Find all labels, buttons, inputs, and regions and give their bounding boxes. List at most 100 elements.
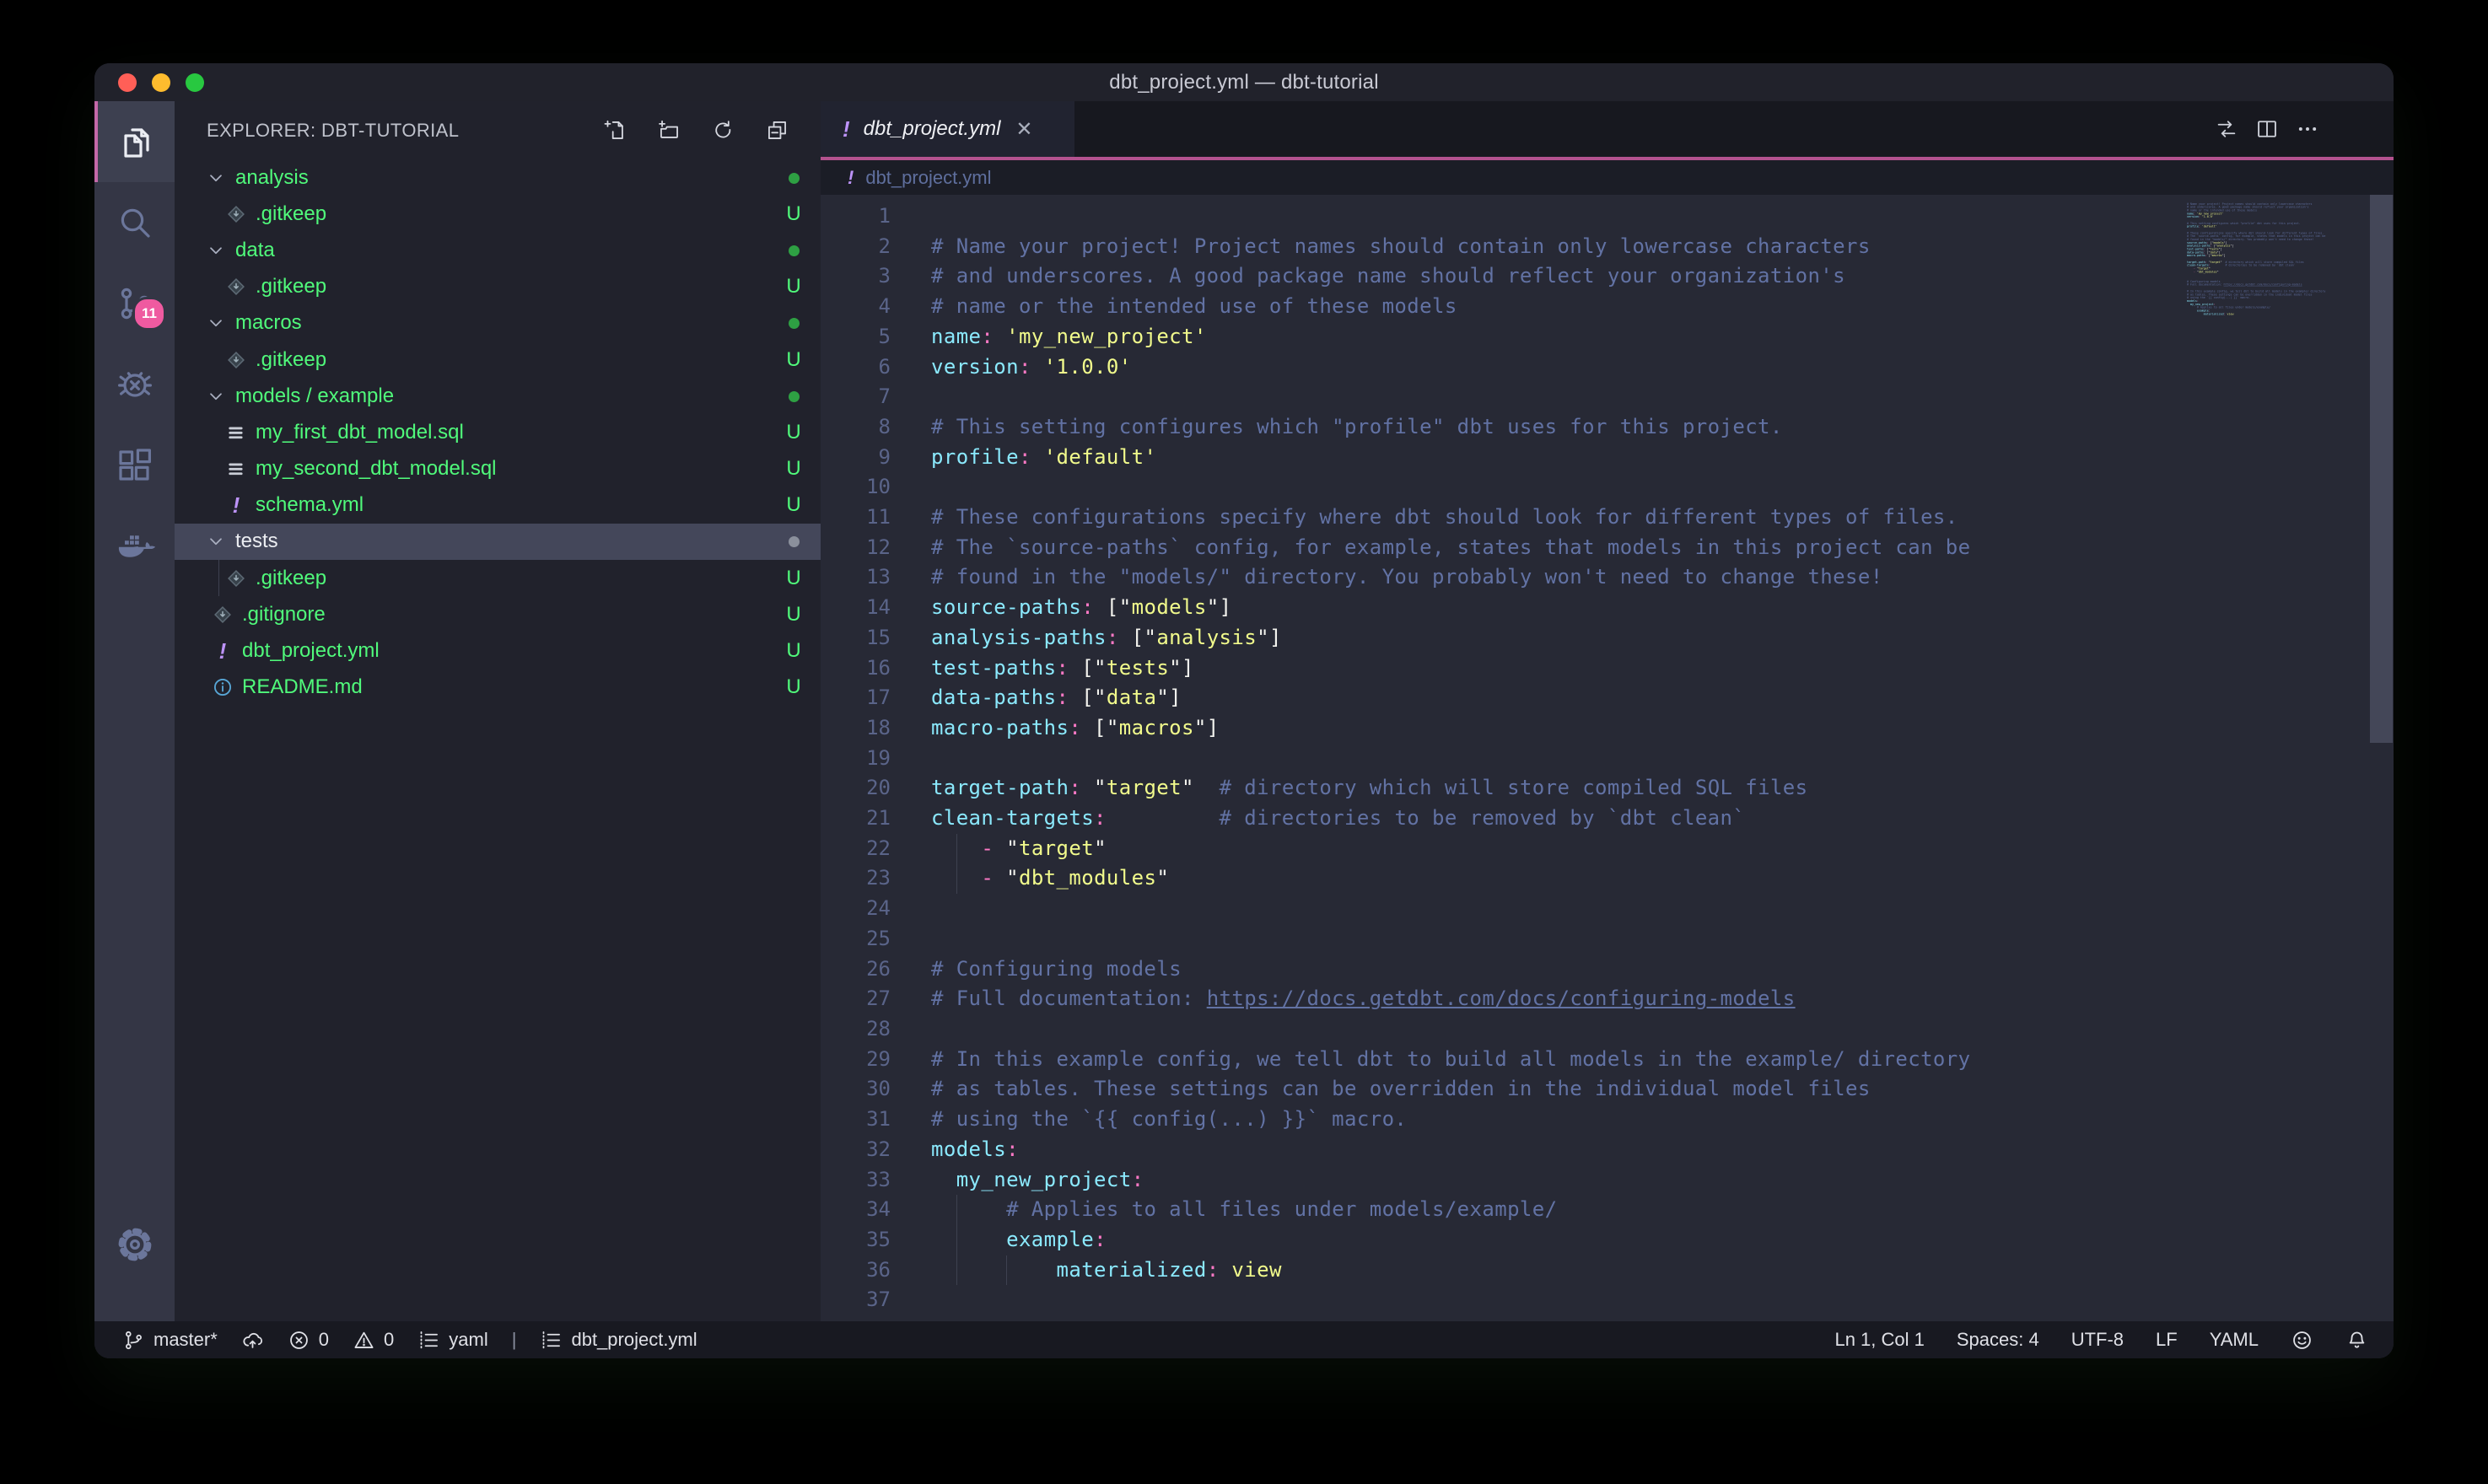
status-indentation[interactable]: Spaces: 4 [1957, 1329, 2039, 1351]
code-token [931, 1228, 1006, 1251]
line-number-gutter: 1234567891011121314151617181920212223242… [821, 202, 891, 1315]
code-token: "] [1207, 595, 1232, 619]
tree-folder-models-example[interactable]: models / example [175, 378, 821, 414]
tree-file-schema-yml[interactable]: !schema.ymlU [175, 487, 821, 524]
code-token: # and underscores. A good package name s… [931, 264, 1845, 288]
status-label: 0 [384, 1329, 394, 1351]
git-untracked-badge: U [782, 675, 805, 699]
tree-file-readme-md[interactable]: README.mdU [175, 669, 821, 706]
status-eol[interactable]: LF [2156, 1329, 2178, 1351]
sql-file-icon [225, 422, 247, 444]
code-token: analysis-paths [931, 626, 1107, 649]
code-line-2: # Name your project! Project names shoul… [931, 232, 1971, 262]
code-token: # Applies to all files under models/exam… [1006, 1197, 1557, 1221]
minimize-window-button[interactable] [152, 73, 170, 92]
tree-file--gitkeep[interactable]: .gitkeepU [175, 560, 821, 596]
tree-folder-tests[interactable]: tests [175, 524, 821, 560]
tree-item-label: dbt_project.yml [242, 639, 380, 663]
new-file-icon[interactable] [604, 119, 627, 142]
explorer-title: EXPLORER: DBT-TUTORIAL [207, 120, 459, 142]
status-git-branch[interactable]: master* [122, 1329, 218, 1352]
title-bar[interactable]: dbt_project.yml — dbt-tutorial [94, 63, 2394, 101]
collapse-folders-icon[interactable] [766, 119, 789, 142]
tree-file--gitignore[interactable]: .gitignoreU [175, 596, 821, 632]
code-line-4: # name or the intended use of these mode… [931, 292, 1971, 322]
code-token: # Configuring models [931, 957, 1182, 981]
code-token: # This setting configures which "profile… [931, 415, 1783, 438]
activity-docker[interactable] [94, 506, 175, 587]
code-token: : [1081, 595, 1094, 619]
line-number: 7 [821, 382, 891, 412]
tree-file--gitkeep[interactable]: .gitkeepU [175, 341, 821, 378]
git-untracked-badge: U [782, 457, 805, 481]
close-window-button[interactable] [118, 73, 137, 92]
tree-file-my-first-dbt-model-sql[interactable]: my_first_dbt_model.sqlU [175, 414, 821, 450]
code-token: macro-paths [931, 716, 1069, 739]
indent-guide [956, 1255, 957, 1286]
yaml-file-icon: ! [843, 116, 850, 142]
code-line-37 [931, 1285, 1971, 1315]
code-token [994, 325, 1006, 348]
tree-folder-analysis[interactable]: analysis [175, 159, 821, 196]
activity-extensions[interactable] [94, 425, 175, 506]
status-tweet-feedback[interactable] [2291, 1329, 2313, 1352]
activity-source-control[interactable]: 11 [94, 263, 175, 344]
tree-folder-macros[interactable]: macros [175, 305, 821, 341]
activity-explorer[interactable] [94, 101, 175, 182]
docs-link[interactable]: https://docs.getdbt.com/docs/configuring… [2224, 283, 2302, 287]
code-token: target [1107, 776, 1182, 799]
status-cursor-position[interactable]: Ln 1, Col 1 [1834, 1329, 1924, 1351]
indent-guide [956, 834, 957, 864]
refresh-explorer-icon[interactable] [712, 119, 735, 142]
activity-run-debug[interactable] [94, 344, 175, 425]
minimap[interactable]: # Name your project! Project names shoul… [2187, 199, 2366, 342]
new-folder-icon[interactable] [658, 119, 681, 142]
breadcrumb[interactable]: ! dbt_project.yml [821, 160, 2394, 195]
git-untracked-badge: U [782, 421, 805, 444]
status-warnings[interactable]: 0 [353, 1329, 394, 1352]
code-token: version [931, 355, 1019, 379]
tab-dbt-project-yml[interactable]: ! dbt_project.yml ✕ [821, 101, 1074, 157]
tree-file--gitkeep[interactable]: .gitkeepU [175, 269, 821, 305]
editor-scrollbar[interactable] [2370, 195, 2393, 743]
tree-file--gitkeep[interactable]: .gitkeepU [175, 196, 821, 232]
breadcrumb-file[interactable]: dbt_project.yml [865, 167, 991, 189]
close-tab-icon[interactable]: ✕ [1015, 117, 1032, 142]
status-yaml-schema[interactable]: yaml [417, 1329, 487, 1352]
split-editor-icon[interactable] [2255, 117, 2279, 141]
tree-item-label: .gitkeep [256, 275, 326, 298]
line-number: 12 [821, 533, 891, 563]
status-language-mode[interactable]: YAML [2210, 1329, 2259, 1351]
status-encoding[interactable]: UTF-8 [2071, 1329, 2124, 1351]
docs-link[interactable]: https://docs.getdbt.com/docs/configuring… [1207, 987, 1796, 1010]
status-publish-changes[interactable] [241, 1329, 264, 1352]
more-actions-icon[interactable] [2296, 117, 2319, 141]
zoom-window-button[interactable] [186, 73, 204, 92]
tree-file-my-second-dbt-model-sql[interactable]: my_second_dbt_model.sql U [175, 451, 821, 487]
activity-settings[interactable] [94, 1215, 175, 1274]
status-yaml-file[interactable]: dbt_project.yml [540, 1329, 697, 1352]
code-token: # These configurations specify where dbt… [931, 505, 1958, 529]
tree-folder-data[interactable]: data [175, 232, 821, 268]
tree-file-dbt-project-yml[interactable]: !dbt_project.ymlU [175, 632, 821, 669]
tree-item-label: my_second_dbt_model.sql [256, 457, 497, 481]
code-token [931, 1197, 1006, 1221]
line-number: 3 [821, 261, 891, 292]
code-line-19 [931, 744, 1971, 774]
status-notifications[interactable] [2345, 1329, 2368, 1352]
code-token: clean-targets [931, 806, 1094, 830]
open-changes-icon[interactable] [2215, 117, 2238, 141]
status-label: master* [153, 1329, 218, 1351]
code-token: dbt_modules [1019, 866, 1156, 890]
status-errors[interactable]: 0 [288, 1329, 329, 1352]
tree-item-label: .gitignore [242, 603, 326, 626]
code-token: : [1069, 716, 1081, 739]
code-token [1220, 1258, 1232, 1282]
code-editor[interactable]: 1234567891011121314151617181920212223242… [821, 195, 2394, 1321]
line-number: 6 [821, 352, 891, 383]
scm-changes-badge: 11 [132, 297, 166, 331]
code-line-6: version: '1.0.0' [931, 352, 1971, 383]
activity-search[interactable] [94, 182, 175, 263]
git-file-icon [225, 203, 247, 225]
git-folder-badge [782, 384, 805, 408]
